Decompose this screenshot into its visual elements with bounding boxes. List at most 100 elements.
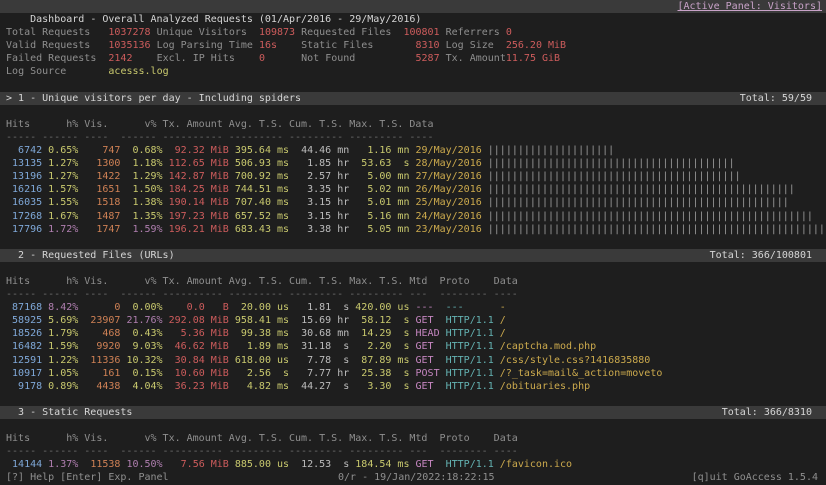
cell-protocol: HTTP/1.1 xyxy=(440,381,494,392)
cell-visitors-percent: 1.18% xyxy=(120,158,162,169)
table-row[interactable]: 87168 8.42% 0 0.00% 0.0 B 20.00 us 1.81 … xyxy=(0,301,826,314)
cell-date: 28/May/2016 xyxy=(409,158,481,169)
panel-static-requests: 3 - Static RequestsTotal: 366/8310 Hits … xyxy=(0,393,826,472)
cell-hits-percent: 1.27% xyxy=(42,171,78,182)
cell-max-ts: 53.63 s xyxy=(349,158,409,169)
header-separator: ----- ------ ---- ------ ---------- ----… xyxy=(0,288,826,301)
summary-value: 1035136 xyxy=(108,40,150,51)
cell-max-ts: 5.16 mn xyxy=(349,211,409,222)
cell-hits: 10917 xyxy=(0,368,42,379)
summary-label: Referrers xyxy=(446,27,500,38)
cell-visitors-percent: 1.29% xyxy=(120,171,162,182)
cell-tx-amount: 112.65 MiB xyxy=(163,158,229,169)
cell-avg-ts: 700.92 ms xyxy=(229,171,289,182)
panel-total: Total: 366/8310 xyxy=(722,406,812,419)
cell-visitors: 1747 xyxy=(78,224,120,235)
cell-avg-ts: 958.41 ms xyxy=(229,315,289,326)
cell-date: 27/May/2016 xyxy=(409,171,481,182)
cell-cum-ts: 15.69 hr xyxy=(289,315,349,326)
cell-date: 23/May/2016 xyxy=(409,224,481,235)
table-row[interactable]: 18526 1.79% 468 0.43% 5.36 MiB 99.38 ms … xyxy=(0,327,826,340)
cell-tx-amount: 197.23 MiB xyxy=(163,211,229,222)
table-row[interactable]: 16216 1.57% 1651 1.50% 184.25 MiB 744.51… xyxy=(0,183,826,196)
cell-avg-ts: 744.51 ms xyxy=(229,184,289,195)
table-row[interactable]: 9178 0.89% 4438 4.04% 36.23 MiB 4.82 ms … xyxy=(0,380,826,393)
panel-title: 3 - Static Requests xyxy=(0,407,132,418)
cell-hits: 17796 xyxy=(0,224,42,235)
blank-line xyxy=(0,13,826,26)
cell-url: /?_task=mail&_action=moveto xyxy=(494,368,663,379)
table-row[interactable]: 13196 1.27% 1422 1.29% 142.87 MiB 700.92… xyxy=(0,170,826,183)
cell-avg-ts: 683.43 ms xyxy=(229,224,289,235)
cell-visitors-percent: 1.38% xyxy=(120,197,162,208)
cell-url: /obituaries.php xyxy=(494,381,590,392)
cell-max-ts: 5.05 mn xyxy=(349,224,409,235)
table-row[interactable]: 17796 1.72% 1747 1.59% 196.21 MiB 683.43… xyxy=(0,223,826,236)
cell-visitors-percent: 0.68% xyxy=(120,145,162,156)
panel-unique-visitors: > 1 - Unique visitors per day - Includin… xyxy=(0,79,826,236)
cell-protocol: HTTP/1.1 xyxy=(440,368,494,379)
summary-value: 11.75 GiB xyxy=(506,53,560,64)
spacer xyxy=(235,53,259,64)
table-row[interactable]: 16035 1.55% 1518 1.38% 190.14 MiB 707.40… xyxy=(0,196,826,209)
table-row[interactable]: 13135 1.27% 1300 1.18% 112.65 MiB 506.93… xyxy=(0,157,826,170)
cell-hits: 13196 xyxy=(0,171,42,182)
cell-hits-percent: 0.65% xyxy=(42,145,78,156)
cell-avg-ts: 99.38 ms xyxy=(229,328,289,339)
summary-row: Failed Requests 2142 Excl. IP Hits 0 Not… xyxy=(0,52,826,65)
cell-hits: 9178 xyxy=(0,381,42,392)
summary-label: Static Files xyxy=(301,40,373,51)
spacer xyxy=(355,53,415,64)
cell-hits: 6742 xyxy=(0,145,42,156)
cell-protocol: HTTP/1.1 xyxy=(440,315,494,326)
cell-cum-ts: 3.35 hr xyxy=(289,184,349,195)
cell-tx-amount: 5.36 MiB xyxy=(163,328,229,339)
table-row[interactable]: 14144 1.37% 11538 10.50% 7.56 MiB 885.00… xyxy=(0,458,826,471)
cell-hits-percent: 1.67% xyxy=(42,211,78,222)
cell-visitors-percent: 0.43% xyxy=(120,328,162,339)
cell-tx-amount: 0.0 B xyxy=(163,302,229,313)
cell-hits-percent: 1.72% xyxy=(42,224,78,235)
cell-hits-percent: 8.42% xyxy=(42,302,78,313)
panel-header-static-requests[interactable]: 3 - Static Requests Total: 366/8310 xyxy=(0,406,826,419)
spacer xyxy=(247,27,259,38)
summary-label: Log Source xyxy=(6,66,66,77)
cell-bar-chart: ||||||||||||||||||||||||||||||||||||||||… xyxy=(482,224,825,235)
cell-visitors: 1487 xyxy=(78,211,120,222)
spacer xyxy=(277,40,301,51)
table-row[interactable]: 17268 1.67% 1487 1.35% 197.23 MiB 657.52… xyxy=(0,210,826,223)
cell-cum-ts: 30.68 mn xyxy=(289,328,349,339)
blank-line xyxy=(0,419,826,432)
table-row[interactable]: 6742 0.65% 747 0.68% 92.32 MiB 395.64 ms… xyxy=(0,144,826,157)
panel-header-requested-files[interactable]: 2 - Requested Files (URLs)Total: 366/100… xyxy=(0,249,826,262)
cell-visitors: 1651 xyxy=(78,184,120,195)
cell-cum-ts: 1.81 s xyxy=(289,302,349,313)
column-headers: Hits h% Vis. v% Tx. Amount Avg. T.S. Cum… xyxy=(0,118,826,131)
cell-cum-ts: 44.27 s xyxy=(289,381,349,392)
table-row[interactable]: 12591 1.22% 11336 10.32% 30.84 MiB 618.0… xyxy=(0,354,826,367)
cell-hits: 58925 xyxy=(0,315,42,326)
table-row[interactable]: 58925 5.69% 23907 21.76% 292.08 MiB 958.… xyxy=(0,314,826,327)
cell-tx-amount: 190.14 MiB xyxy=(163,197,229,208)
summary-value: 109873 xyxy=(259,27,295,38)
cell-date: 26/May/2016 xyxy=(409,184,481,195)
cell-url: - xyxy=(494,302,506,313)
cell-tx-amount: 184.25 MiB xyxy=(163,184,229,195)
table-row[interactable]: 10917 1.05% 161 0.15% 10.60 MiB 2.56 s 7… xyxy=(0,367,826,380)
summary-value: 0 xyxy=(506,27,512,38)
panel-header-unique-visitors[interactable]: > 1 - Unique visitors per day - Includin… xyxy=(0,92,826,105)
table-row[interactable]: 16482 1.59% 9920 9.03% 46.62 MiB 1.89 ms… xyxy=(0,340,826,353)
blank-line xyxy=(0,393,826,406)
cell-max-ts: 2.20 s xyxy=(349,341,409,352)
cell-visitors-percent: 1.59% xyxy=(120,224,162,235)
cell-avg-ts: 657.52 ms xyxy=(229,211,289,222)
footer-quit-hint: [q]uit GoAccess 1.5.4 xyxy=(692,471,818,484)
summary-label: Requested Files xyxy=(301,27,391,38)
cell-hits-percent: 1.22% xyxy=(42,355,78,366)
cell-method: GET xyxy=(409,315,439,326)
cell-avg-ts: 885.00 us xyxy=(229,459,289,470)
summary-label: Valid Requests xyxy=(6,40,90,51)
cell-avg-ts: 618.00 us xyxy=(229,355,289,366)
cell-bar-chart: ||||||||||||||||||||||||||||||||||||||||… xyxy=(482,184,795,195)
footer-status: 0/r - 19/Jan/2022:18:22:15 xyxy=(338,471,495,484)
